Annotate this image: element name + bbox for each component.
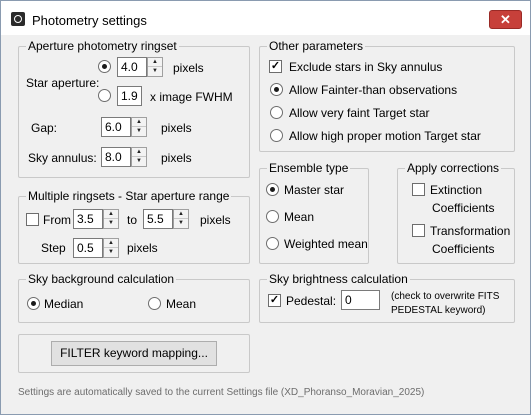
aperture-fwhm-input[interactable]: 1.9 bbox=[117, 86, 142, 106]
extinction-checkbox[interactable] bbox=[412, 183, 425, 196]
transformation-label-line1: Transformation bbox=[430, 224, 511, 238]
aperture-ringset-legend: Aperture photometry ringset bbox=[26, 39, 179, 53]
sky-bg-median-radio[interactable] bbox=[27, 297, 40, 310]
spin-down-icon[interactable]: ▼ bbox=[148, 67, 162, 76]
spin-down-icon[interactable]: ▼ bbox=[132, 157, 146, 166]
gap-label: Gap: bbox=[31, 121, 58, 135]
sky-background-legend: Sky background calculation bbox=[26, 272, 177, 286]
sky-bg-median-label: Median bbox=[44, 297, 84, 311]
step-label: Step bbox=[41, 241, 66, 255]
photometry-settings-window: Photometry settings ✕ Aperture photometr… bbox=[0, 0, 531, 415]
multiple-ringsets-legend: Multiple ringsets - Star aperture range bbox=[26, 189, 232, 203]
allow-high-pm-label: Allow high proper motion Target star bbox=[289, 129, 481, 143]
pedestal-input[interactable]: 0 bbox=[341, 290, 380, 310]
window-title: Photometry settings bbox=[32, 13, 147, 28]
apply-corrections-legend: Apply corrections bbox=[405, 161, 502, 175]
photometry-app-icon bbox=[11, 12, 25, 26]
filter-keyword-mapping-button[interactable]: FILTER keyword mapping... bbox=[51, 341, 217, 366]
spin-up-icon[interactable]: ▲ bbox=[174, 210, 188, 219]
to-input[interactable]: 5.5 bbox=[143, 209, 173, 229]
allow-fainter-label: Allow Fainter-than observations bbox=[289, 83, 458, 97]
from-spinner[interactable]: ▲ ▼ bbox=[103, 209, 119, 229]
from-label: From bbox=[43, 213, 71, 227]
ensemble-type-legend: Ensemble type bbox=[267, 161, 351, 175]
ensemble-master-star-radio[interactable] bbox=[266, 183, 279, 196]
aperture-pixels-radio[interactable] bbox=[98, 60, 111, 73]
range-unit: pixels bbox=[200, 213, 231, 227]
sky-annulus-input[interactable]: 8.0 bbox=[101, 147, 131, 167]
gap-input[interactable]: 6.0 bbox=[101, 117, 131, 137]
pedestal-note-line1: (check to overwrite FITS bbox=[391, 291, 500, 302]
spin-down-icon[interactable]: ▼ bbox=[174, 219, 188, 228]
spin-down-icon[interactable]: ▼ bbox=[104, 219, 118, 228]
step-unit: pixels bbox=[127, 241, 158, 255]
spin-up-icon[interactable]: ▲ bbox=[148, 58, 162, 67]
extinction-label-line1: Extinction bbox=[430, 183, 483, 197]
ensemble-weighted-mean-radio[interactable] bbox=[266, 237, 279, 250]
allow-very-faint-label: Allow very faint Target star bbox=[289, 106, 430, 120]
aperture-pixels-input[interactable]: 4.0 bbox=[117, 57, 147, 77]
spin-up-icon[interactable]: ▲ bbox=[132, 118, 146, 127]
allow-fainter-radio[interactable] bbox=[270, 83, 283, 96]
to-label: to bbox=[127, 213, 138, 227]
gap-unit: pixels bbox=[161, 121, 192, 135]
exclude-stars-label: Exclude stars in Sky annulus bbox=[289, 60, 443, 74]
aperture-fwhm-unit: x image FWHM bbox=[150, 90, 233, 104]
allow-very-faint-radio[interactable] bbox=[270, 106, 283, 119]
star-aperture-label: Star aperture: bbox=[26, 76, 100, 90]
spin-down-icon[interactable]: ▼ bbox=[104, 248, 118, 257]
transformation-label-line2: Coefficients bbox=[432, 242, 495, 256]
spin-up-icon[interactable]: ▲ bbox=[104, 239, 118, 248]
ensemble-weighted-mean-label: Weighted mean bbox=[284, 237, 368, 251]
pedestal-checkbox[interactable]: ✓ bbox=[268, 294, 281, 307]
settings-autosave-note: Settings are automatically saved to the … bbox=[18, 387, 425, 398]
sky-annulus-spinner[interactable]: ▲ ▼ bbox=[131, 147, 147, 167]
aperture-fwhm-radio[interactable] bbox=[98, 89, 111, 102]
step-input[interactable]: 0.5 bbox=[73, 238, 103, 258]
sky-brightness-legend: Sky brightness calculation bbox=[267, 272, 410, 286]
extinction-label-line2: Coefficients bbox=[432, 201, 495, 215]
sky-bg-mean-label: Mean bbox=[166, 297, 197, 311]
pedestal-label: Pedestal: bbox=[286, 294, 337, 308]
ensemble-master-star-label: Master star bbox=[284, 183, 345, 197]
close-icon[interactable]: ✕ bbox=[489, 10, 522, 29]
sky-annulus-unit: pixels bbox=[161, 151, 192, 165]
gap-spinner[interactable]: ▲ ▼ bbox=[131, 117, 147, 137]
transformation-checkbox[interactable] bbox=[412, 224, 425, 237]
step-spinner[interactable]: ▲ ▼ bbox=[103, 238, 119, 258]
aperture-pixels-spinner[interactable]: ▲ ▼ bbox=[147, 57, 163, 77]
from-input[interactable]: 3.5 bbox=[73, 209, 103, 229]
spin-down-icon[interactable]: ▼ bbox=[132, 127, 146, 136]
pedestal-note-line2: PEDESTAL keyword) bbox=[391, 305, 486, 316]
aperture-pixels-unit: pixels bbox=[173, 61, 204, 75]
exclude-stars-checkbox[interactable]: ✓ bbox=[269, 60, 282, 73]
allow-high-pm-radio[interactable] bbox=[270, 129, 283, 142]
ensemble-mean-label: Mean bbox=[284, 210, 315, 224]
other-parameters-legend: Other parameters bbox=[267, 39, 366, 53]
ensemble-mean-radio[interactable] bbox=[266, 210, 279, 223]
spin-up-icon[interactable]: ▲ bbox=[132, 148, 146, 157]
sky-bg-mean-radio[interactable] bbox=[148, 297, 161, 310]
to-spinner[interactable]: ▲ ▼ bbox=[173, 209, 189, 229]
title-bar[interactable]: Photometry settings ✕ bbox=[1, 1, 530, 35]
spin-up-icon[interactable]: ▲ bbox=[104, 210, 118, 219]
multiple-from-checkbox[interactable] bbox=[26, 213, 39, 226]
sky-annulus-label: Sky annulus: bbox=[28, 151, 97, 165]
